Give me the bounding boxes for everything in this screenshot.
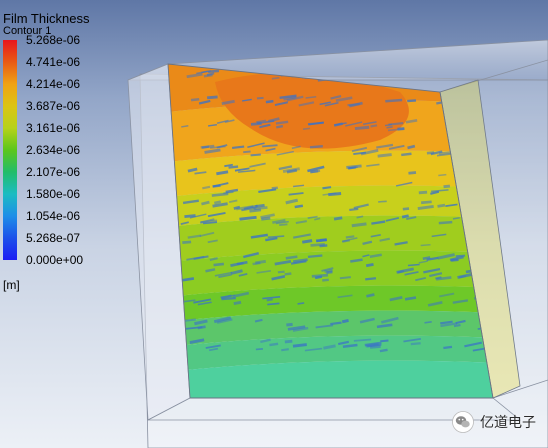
contour-legend: Film Thickness Contour 1 5.268e-06 4.741e… [3,11,123,292]
legend-title: Film Thickness [3,11,90,26]
legend-swatch [3,150,17,172]
legend-swatch [3,216,17,238]
legend-level-label: 4.741e-06 [26,55,81,69]
legend-level-label: 2.634e-06 [26,143,81,157]
droplet-streak [319,238,327,242]
legend-swatch [3,128,17,150]
legend-level-label: 5.268e-06 [26,33,81,47]
3d-viewport[interactable]: Film Thickness Contour 1 5.268e-06 4.741e… [0,0,548,448]
legend-swatch [3,40,17,62]
legend-unit: [m] [3,278,20,292]
legend-level-label: 3.161e-06 [26,121,81,135]
legend-level-label: 1.054e-06 [26,209,81,223]
color-ramp: 5.268e-06 4.741e-06 4.214e-06 3.687e-06 3.16… [3,34,123,266]
legend-swatch [3,172,17,194]
legend-level-label: 1.580e-06 [26,187,81,201]
wechat-icon [452,411,474,433]
legend-swatch [3,62,17,84]
legend-swatch [3,238,17,260]
legend-level-label: 2.107e-06 [26,165,81,179]
legend-swatch [3,84,17,106]
legend-level-label: 4.214e-06 [26,77,81,91]
watermark: 亿道电子 [452,411,536,433]
legend-level-label: 0.000e+00 [26,253,84,267]
droplet-streak [286,322,293,327]
legend-swatch [3,194,17,216]
legend-level-label: 3.687e-06 [26,99,81,113]
legend-level-label: 5.268e-07 [26,231,81,245]
watermark-text: 亿道电子 [480,415,536,431]
legend-swatch [3,106,17,128]
droplet-streak [397,127,405,131]
